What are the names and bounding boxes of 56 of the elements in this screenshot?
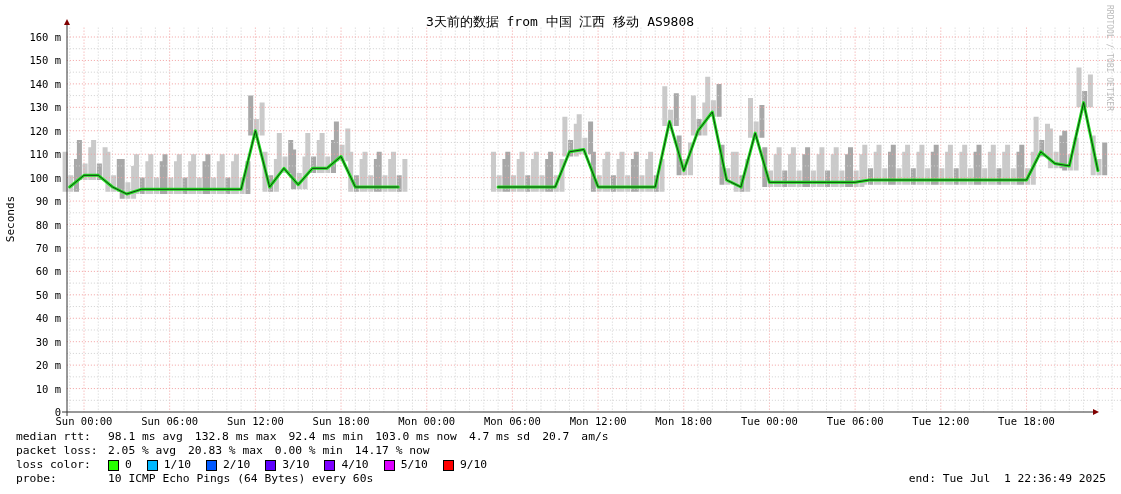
legend-label: packet loss: (16, 444, 96, 458)
stat-value: 132.8 ms max (194, 430, 277, 444)
y-tick-label: 30 m (35, 335, 61, 348)
y-tick-label: 150 m (29, 54, 61, 67)
x-tick-label: Tue 00:00 (741, 415, 798, 427)
legend-label: median rtt: (16, 430, 92, 444)
y-tick-label: 40 m (35, 312, 61, 325)
y-axis-title: Seconds (4, 195, 17, 243)
swatch-label: 4/10 (341, 458, 369, 472)
stat-value: 4.7 ms sd (468, 430, 531, 444)
y-tick-label: 50 m (35, 288, 61, 301)
stat-value: 14.17 % now (354, 444, 430, 458)
y-tick-label: 120 m (29, 124, 61, 137)
y-tick-label: 140 m (29, 77, 61, 90)
y-tick-label: 80 m (35, 218, 61, 231)
end-time: end: Tue Jul 1 22:36:49 2025 (908, 472, 1106, 486)
swatch-label: 1/10 (163, 458, 192, 472)
x-tick-label: Mon 12:00 (569, 415, 627, 427)
y-tick-label: 60 m (35, 265, 61, 278)
stat-value: 92.4 ms min (288, 430, 364, 444)
y-tick-label: 90 m (35, 195, 61, 208)
stat-value: 2.05 % avg (108, 444, 176, 458)
x-tick-label: Sun 12:00 (226, 415, 284, 427)
x-tick-label: Sun 18:00 (312, 415, 370, 427)
x-tick-label: Tue 18:00 (998, 415, 1055, 427)
swatch-label: 5/10 (400, 458, 428, 472)
probe-text: 10 ICMP Echo Pings (64 Bytes) every 60s (108, 472, 374, 486)
x-tick-label: Mon 18:00 (655, 415, 713, 427)
y-tick-label: 0 (54, 406, 61, 418)
y-tick-label: 20 m (35, 359, 61, 372)
x-tick-label: Tue 12:00 (912, 415, 970, 427)
stat-value: 20.7 (542, 430, 570, 444)
y-tick-label: 110 m (29, 148, 61, 161)
x-tick-label: Sun 06:00 (141, 415, 199, 427)
swatch-label: 3/10 (282, 458, 310, 472)
swatch-label: 0 (125, 458, 132, 472)
x-tick-label: Sun 00:00 (55, 415, 113, 427)
credit-text: RRDTOOL / TOBI OETIKER (1105, 5, 1114, 111)
legend-label: probe: (16, 472, 58, 486)
legend-label: loss color: (16, 458, 92, 472)
stat-value: 0.00 % min (274, 444, 343, 458)
stat-value: am/s (581, 430, 609, 444)
x-tick-label: Mon 00:00 (398, 415, 456, 427)
y-tick-label: 100 m (29, 171, 61, 184)
swatch-label: 9/10 (459, 458, 488, 472)
y-tick-label: 160 m (29, 31, 61, 43)
x-tick-label: Tue 06:00 (826, 415, 884, 427)
stat-value: 103.0 ms now (375, 430, 457, 444)
swatch-label: 2/10 (223, 458, 251, 472)
chart-title: 3天前的数据 from 中国 江西 移动 AS9808 (425, 14, 695, 29)
y-tick-label: 10 m (35, 382, 61, 395)
stat-value: 20.83 % max (188, 444, 263, 458)
x-tick-label: Mon 06:00 (483, 415, 541, 427)
y-tick-label: 70 m (35, 241, 61, 254)
stat-value: 98.1 ms avg (108, 430, 183, 444)
y-tick-label: 130 m (29, 101, 61, 114)
